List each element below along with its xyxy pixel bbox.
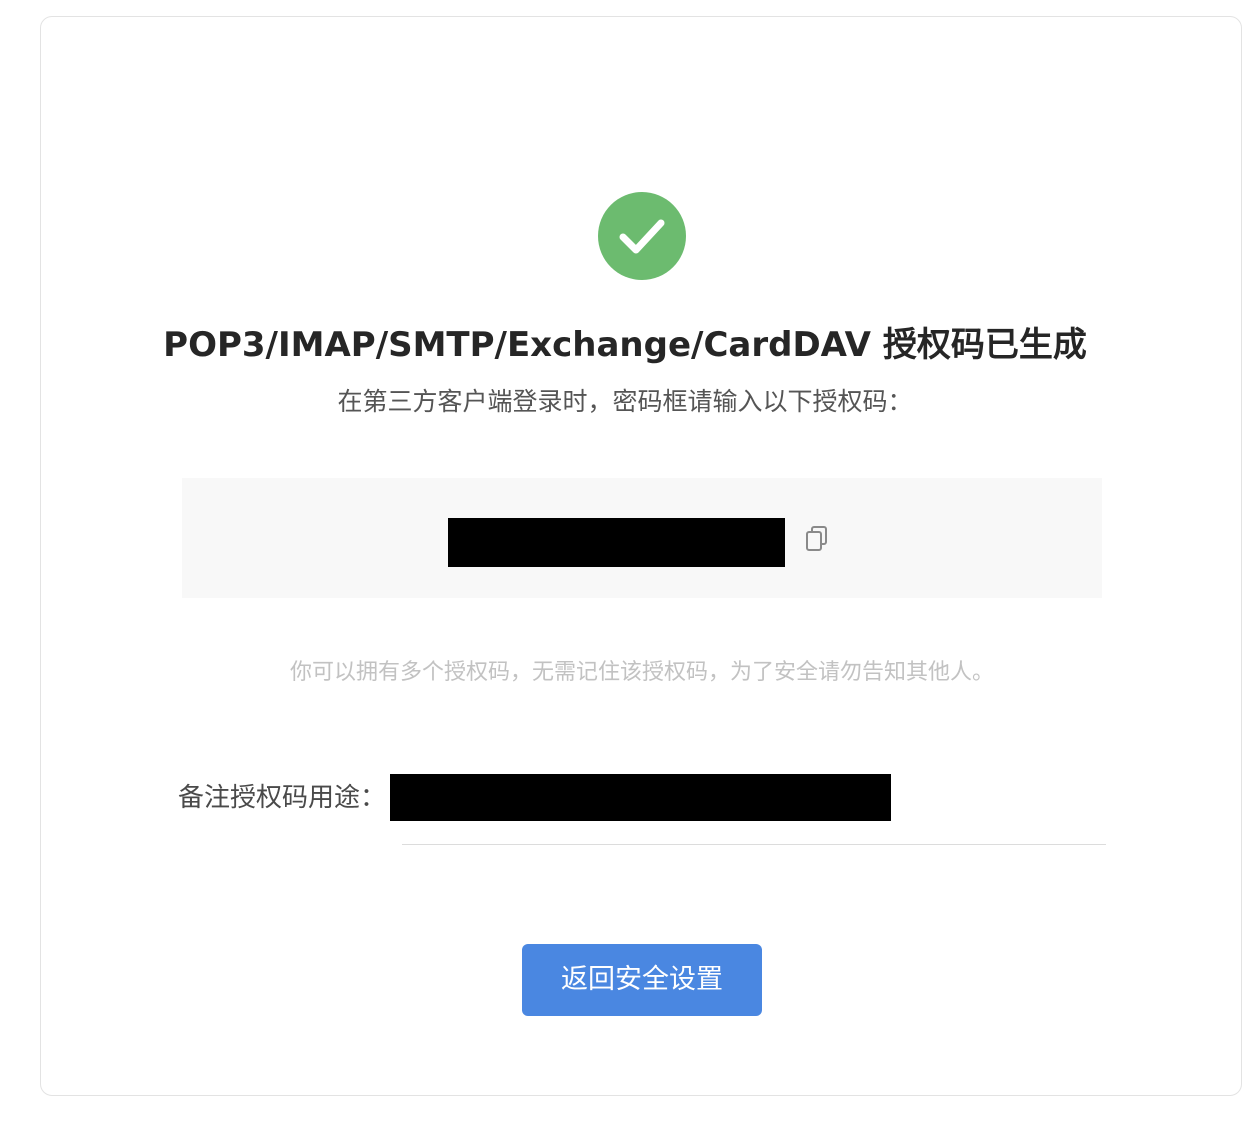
page-title: POP3/IMAP/SMTP/Exchange/CardDAV 授权码已生成 — [163, 325, 1087, 365]
remark-input[interactable] — [390, 774, 891, 821]
check-circle-icon — [598, 192, 686, 280]
auth-code-value — [448, 518, 785, 567]
remark-label: 备注授权码用途： — [178, 783, 387, 813]
security-hint: 你可以拥有多个授权码，无需记住该授权码，为了安全请勿告知其他人。 — [289, 660, 994, 685]
back-to-security-settings-button[interactable]: 返回安全设置 — [522, 944, 762, 1016]
copy-icon[interactable] — [803, 524, 831, 554]
page-subtitle: 在第三方客户端登录时，密码框请输入以下授权码： — [337, 387, 913, 416]
remark-underline — [402, 844, 1106, 845]
